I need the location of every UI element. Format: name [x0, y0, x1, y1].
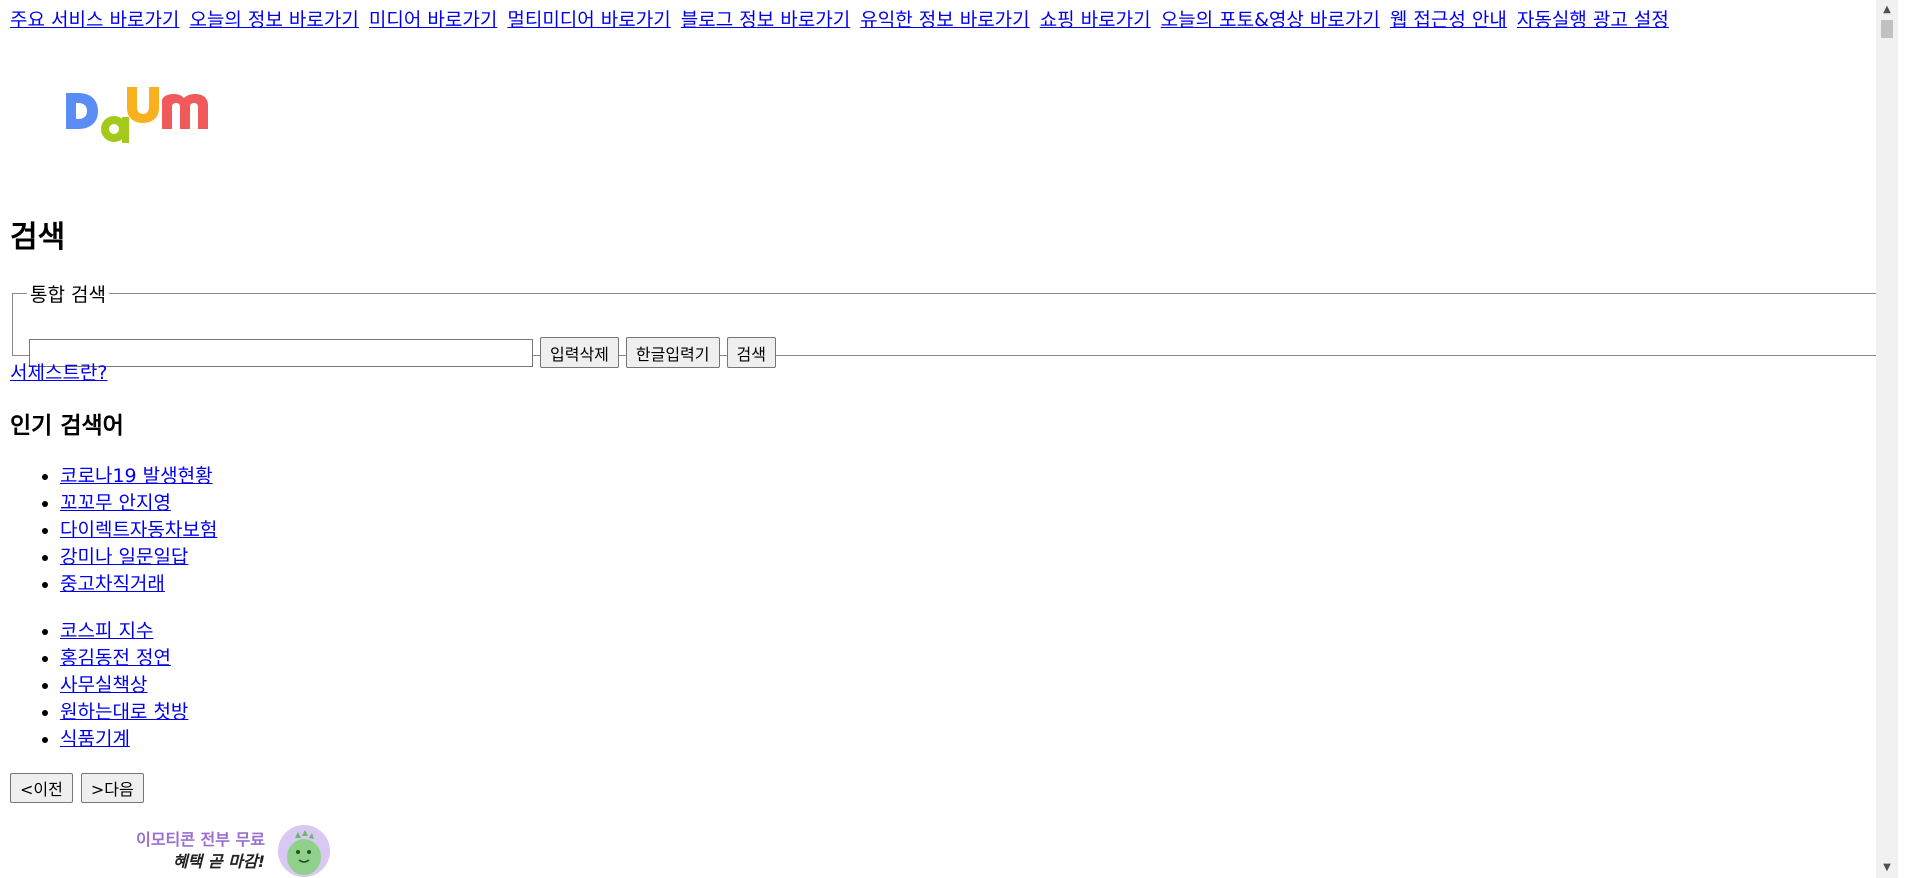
- skip-link-blog[interactable]: 블로그 정보 바로가기: [681, 9, 850, 31]
- banner-line-1: 이모티콘 전부 무료: [136, 829, 265, 849]
- keyword-link[interactable]: 원하는대로 첫방: [60, 701, 188, 723]
- list-item: 중고차직거래: [60, 571, 217, 598]
- scrollbar-thumb[interactable]: [1881, 20, 1893, 38]
- banner-line-2: 혜택 곧 마감!: [172, 851, 265, 871]
- keyword-link[interactable]: 꼬꼬무 안지영: [60, 492, 171, 514]
- suggest-info-link[interactable]: 서제스트란?: [10, 358, 108, 385]
- list-item: 사무실책상: [60, 672, 188, 699]
- skip-link-photo-video[interactable]: 오늘의 포토&영상 바로가기: [1161, 9, 1380, 31]
- popular-keywords-heading: 인기 검색어: [10, 413, 124, 439]
- daum-logo-icon: [66, 87, 208, 143]
- dinosaur-character-icon: [278, 824, 330, 877]
- list-item: 코스피 지수: [60, 618, 188, 645]
- search-submit-button[interactable]: 검색: [726, 337, 776, 368]
- list-item: 꼬꼬무 안지영: [60, 490, 217, 517]
- list-item: 식품기계: [60, 726, 188, 753]
- popular-keywords-list-2: 코스피 지수 홍김동전 정연 사무실책상 원하는대로 첫방 식품기계: [10, 618, 188, 753]
- skip-link-multimedia[interactable]: 멀티미디어 바로가기: [507, 9, 670, 31]
- next-button[interactable]: >다음: [80, 773, 144, 803]
- keyword-link[interactable]: 코스피 지수: [60, 620, 153, 642]
- hangul-keyboard-button[interactable]: 한글입력기: [625, 337, 720, 368]
- keywords-pager: <이전 >다음: [10, 773, 152, 803]
- search-heading: 검색: [10, 220, 66, 255]
- vertical-scrollbar[interactable]: ▲ ▼: [1876, 0, 1898, 878]
- list-item: 홍김동전 정연: [60, 645, 188, 672]
- keyword-link[interactable]: 중고차직거래: [60, 573, 165, 595]
- search-fieldset: 통합 검색 입력삭제 한글입력기 검색: [12, 280, 1886, 368]
- keyword-link[interactable]: 사무실책상: [60, 674, 147, 696]
- skip-link-accessibility[interactable]: 웹 접근성 안내: [1390, 9, 1507, 31]
- scroll-down-arrow-icon[interactable]: ▼: [1876, 858, 1898, 878]
- keyword-link[interactable]: 코로나19 발생현황: [60, 465, 213, 487]
- keyword-link[interactable]: 다이렉트자동차보험: [60, 519, 217, 541]
- search-legend: 통합 검색: [30, 284, 106, 306]
- emoticon-promo-banner[interactable]: 이모티콘 전부 무료 혜택 곧 마감!: [130, 823, 340, 878]
- list-item: 코로나19 발생현황: [60, 463, 217, 490]
- keyword-link[interactable]: 강미나 일문일답: [60, 546, 188, 568]
- search-row: 입력삭제 한글입력기 검색: [29, 337, 783, 368]
- keyword-link[interactable]: 식품기계: [60, 728, 130, 750]
- popular-keywords-list-1: 코로나19 발생현황 꼬꼬무 안지영 다이렉트자동차보험 강미나 일문일답 중고…: [10, 463, 217, 598]
- keyword-link[interactable]: 홍김동전 정연: [60, 647, 171, 669]
- skip-link-shopping[interactable]: 쇼핑 바로가기: [1040, 9, 1151, 31]
- list-item: 강미나 일문일답: [60, 544, 217, 571]
- skip-link-main-services[interactable]: 주요 서비스 바로가기: [10, 9, 179, 31]
- skip-navigation: 주요 서비스 바로가기 오늘의 정보 바로가기 미디어 바로가기 멀티미디어 바…: [10, 5, 1673, 32]
- prev-button[interactable]: <이전: [10, 773, 73, 803]
- banner-text: 이모티콘 전부 무료 혜택 곧 마감!: [130, 829, 265, 873]
- scroll-up-arrow-icon[interactable]: ▲: [1876, 0, 1898, 20]
- page: 주요 서비스 바로가기 오늘의 정보 바로가기 미디어 바로가기 멀티미디어 바…: [0, 0, 1898, 878]
- skip-link-autoplay-ad-settings[interactable]: 자동실행 광고 설정: [1517, 9, 1669, 31]
- skip-link-today-info[interactable]: 오늘의 정보 바로가기: [189, 9, 358, 31]
- list-item: 다이렉트자동차보험: [60, 517, 217, 544]
- skip-link-media[interactable]: 미디어 바로가기: [369, 9, 497, 31]
- list-item: 원하는대로 첫방: [60, 699, 188, 726]
- daum-logo[interactable]: [64, 83, 212, 149]
- skip-link-useful-info[interactable]: 유익한 정보 바로가기: [860, 9, 1029, 31]
- clear-input-button[interactable]: 입력삭제: [540, 337, 619, 368]
